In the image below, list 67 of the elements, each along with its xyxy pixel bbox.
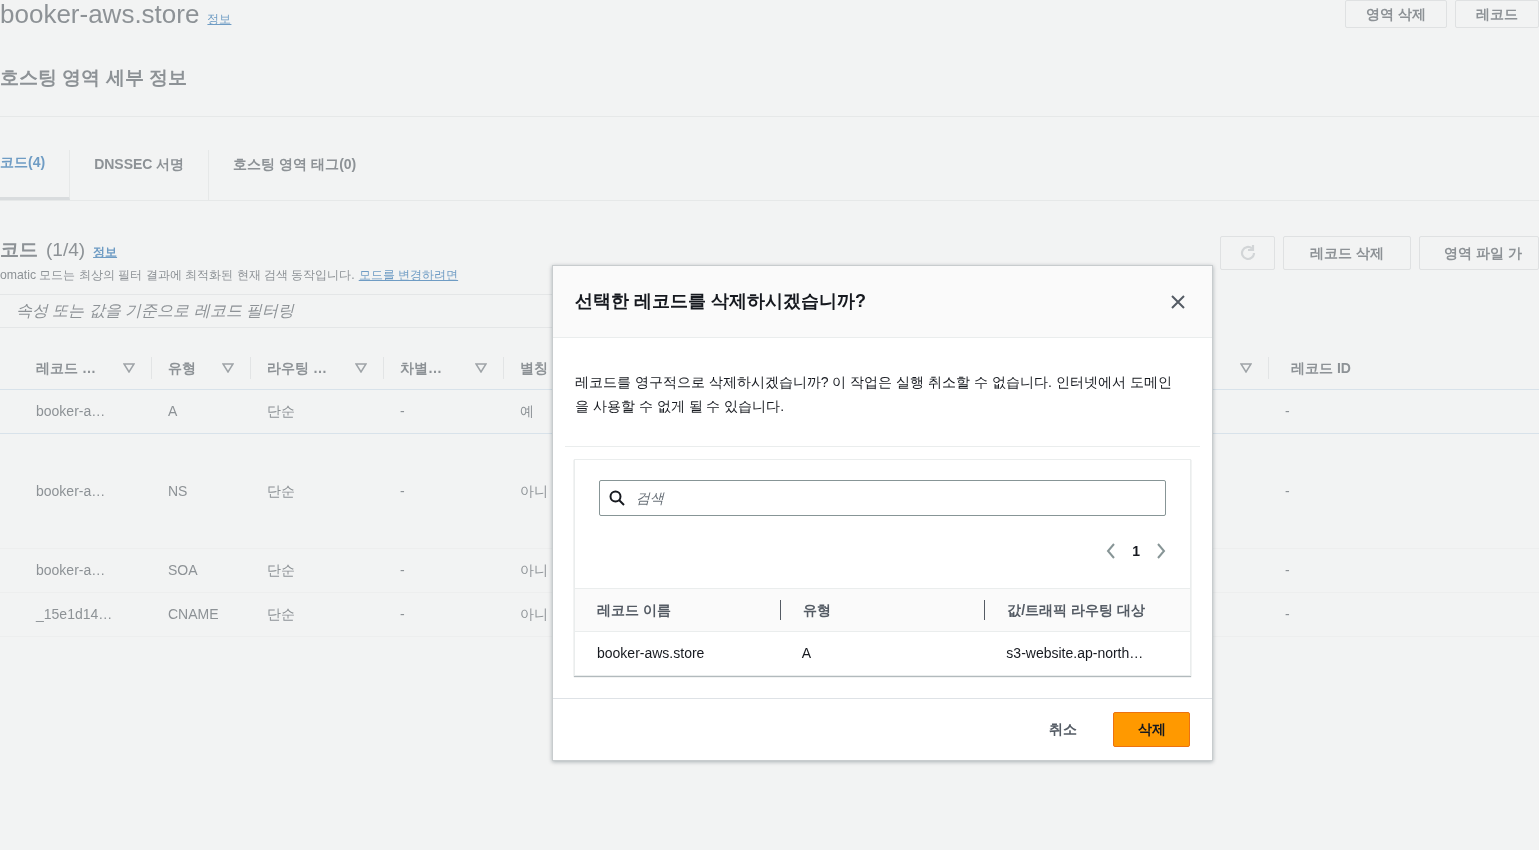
table-cell: - — [400, 606, 405, 623]
dialog-title: 선택한 레코드를 삭제하시겠습니까? — [575, 290, 866, 313]
column-header: 차별… — [400, 358, 442, 378]
column-header: 레코드 … — [36, 358, 96, 378]
table-cell: - — [1285, 482, 1290, 499]
table-cell: 단순 — [267, 403, 295, 420]
table-cell: booker-a… — [36, 482, 106, 499]
cancel-button[interactable]: 취소 — [1029, 713, 1097, 746]
tab[interactable]: DNSSEC 서명 — [70, 150, 210, 200]
table-cell: 단순 — [267, 562, 295, 579]
table-cell: NS — [168, 482, 188, 499]
table-cell: - — [1285, 562, 1290, 579]
table-cell: 예 — [520, 403, 534, 420]
column-header: 라우팅 … — [267, 358, 327, 378]
description-text: omatic 모드는 최상의 필터 결과에 최적화된 현재 검색 동작입니다. — [0, 267, 355, 284]
page-title: booker-aws.store — [0, 0, 200, 29]
filter-field[interactable]: 속성 또는 값을 기준으로 레코드 필터링 — [0, 294, 552, 329]
next-page-button[interactable] — [1156, 543, 1166, 559]
table-cell: _15e1d14… — [36, 606, 113, 623]
search-field[interactable]: 검색 — [599, 480, 1166, 516]
table-cell: 단순 — [267, 482, 295, 499]
filter-icon — [222, 363, 234, 374]
import-zone-button[interactable]: 영역 파일 가 — [1419, 236, 1539, 270]
record-count: (1/4) — [46, 238, 86, 262]
records-title: 코드 — [0, 238, 38, 262]
change-mode-link[interactable]: 모드를 변경하려면 — [358, 266, 459, 285]
filter-icon — [1240, 363, 1252, 374]
column-header: 레코드 이름 — [596, 600, 671, 620]
table-cell: - — [1285, 606, 1290, 623]
table-cell: booker-a… — [36, 403, 106, 420]
table-cell: booker-a… — [36, 562, 106, 579]
record-button[interactable]: 레코드 — [1455, 0, 1539, 28]
table-cell: booker-aws.store — [597, 645, 705, 661]
tab[interactable]: 호스팅 영역 태그(0) — [209, 150, 381, 200]
filter-icon — [475, 363, 487, 374]
table-cell: 아니 — [520, 482, 548, 499]
delete-record-button[interactable]: 레코드 삭제 — [1283, 236, 1411, 270]
filter-icon — [355, 363, 367, 374]
table-cell: A — [168, 403, 178, 420]
table-cell: s3-website.ap-north… — [1006, 645, 1144, 661]
tab[interactable]: 코드(4) — [0, 150, 71, 200]
delete-zone-button[interactable]: 영역 삭제 — [1345, 0, 1447, 28]
table-cell: 아니 — [520, 606, 548, 623]
filter-icon — [123, 363, 135, 374]
table-cell: 아니 — [520, 562, 548, 579]
close-icon — [1170, 294, 1186, 311]
chevron-left-icon — [1106, 543, 1117, 559]
table-cell: A — [801, 645, 811, 661]
column-header: 레코드 ID — [1291, 358, 1351, 378]
table-cell: - — [400, 482, 405, 499]
table-cell: CNAME — [168, 606, 219, 623]
table-cell: 단순 — [267, 606, 295, 623]
info-link[interactable]: 정보 — [207, 10, 232, 29]
column-header: 별칭 — [520, 358, 548, 378]
previous-page-button[interactable] — [1106, 543, 1117, 559]
info-link[interactable]: 정보 — [93, 243, 118, 262]
table-cell: - — [1285, 403, 1290, 420]
delete-button[interactable]: 삭제 — [1113, 712, 1190, 747]
section-title: 호스팅 영역 세부 정보 — [0, 65, 188, 90]
column-header: 유형 — [801, 600, 831, 620]
chevron-right-icon — [1156, 543, 1166, 559]
dialog-message: 레코드를 영구적으로 삭제하시겠습니까? 이 작업은 실행 취소할 수 없습니다. 인터넷에서 도메인을 사용할 수 없게 될 수 있습니다. — [574, 373, 1173, 416]
column-header: 값/트래픽 라우팅 대상 — [1006, 600, 1145, 620]
table-cell: - — [400, 562, 405, 579]
table-cell: - — [400, 403, 405, 420]
table-cell: SOA — [168, 562, 198, 579]
column-header: 유형 — [168, 358, 196, 378]
